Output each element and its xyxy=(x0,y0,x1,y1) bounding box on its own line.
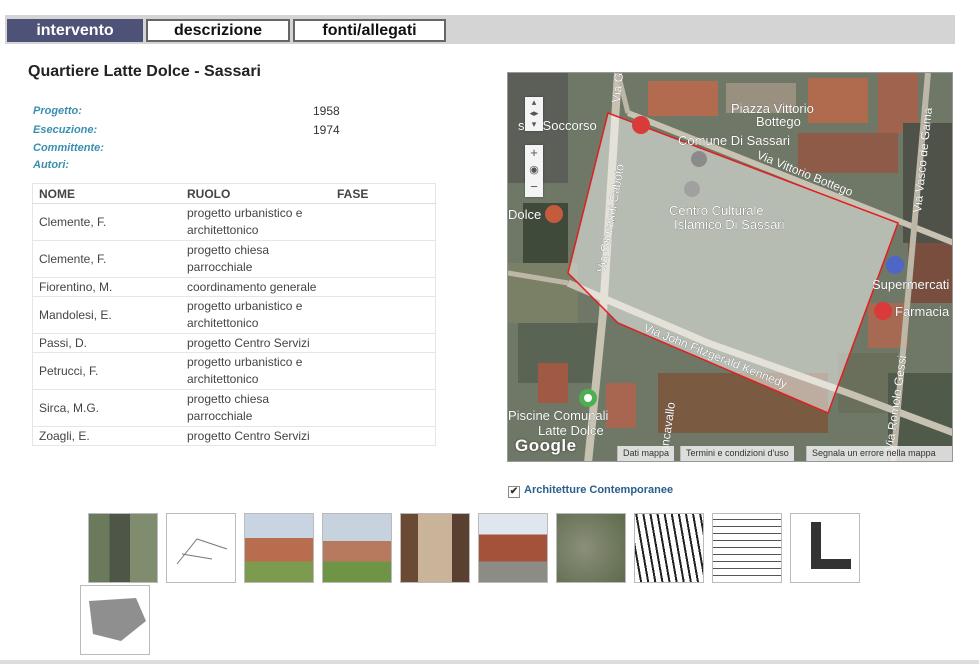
cell-ruolo: progetto urbanistico e architettonico xyxy=(181,352,331,390)
cell-fase xyxy=(331,426,436,446)
thumbnail-street-photo[interactable] xyxy=(478,513,548,583)
architetture-checkbox-row[interactable]: ✔ Architetture Contemporanee xyxy=(508,484,673,498)
table-row: Passi, D. progetto Centro Servizi xyxy=(32,333,436,353)
globe-icon[interactable]: ◉ xyxy=(525,162,543,179)
map-label-farmacia: Farmacia xyxy=(895,304,950,319)
col-header-nome: NOME xyxy=(32,183,181,204)
table-header-row: NOME RUOLO FASE xyxy=(32,183,436,204)
tab-intervento[interactable]: intervento xyxy=(7,19,143,42)
cell-nome: Zoagli, E. xyxy=(32,426,181,446)
thumbnail-building-photo-1[interactable] xyxy=(244,513,314,583)
table-row: Sirca, M.G. progetto chiesa parrocchiale xyxy=(32,389,436,427)
checkbox[interactable]: ✔ xyxy=(508,486,520,498)
map-label-piscine-1: Piscine Comunali xyxy=(508,408,609,423)
table-row: Clemente, F. progetto chiesa parrocchiale xyxy=(32,240,436,278)
map-label-piazza-2: Bottego xyxy=(756,114,801,129)
checkbox-label[interactable]: Architetture Contemporanee xyxy=(524,484,673,496)
google-logo: Google xyxy=(515,436,577,455)
cell-fase xyxy=(331,277,436,297)
cell-nome: Petrucci, F. xyxy=(32,352,181,390)
thumbnail-entrance-photo[interactable] xyxy=(400,513,470,583)
col-header-fase: FASE xyxy=(331,183,436,204)
terms-link[interactable]: Termini e condizioni d'uso xyxy=(680,446,794,461)
cell-fase xyxy=(331,389,436,427)
autori-label: Autori: xyxy=(33,159,70,171)
cell-fase xyxy=(331,333,436,353)
thumbnail-satellite-photo[interactable] xyxy=(556,513,626,583)
page-title: Quartiere Latte Dolce - Sassari xyxy=(28,63,261,80)
table-row: Fiorentino, M. coordinamento generale xyxy=(32,277,436,297)
map-data-link[interactable]: Dati mappa xyxy=(617,446,675,461)
cell-nome: Passi, D. xyxy=(32,333,181,353)
col-header-ruolo: RUOLO xyxy=(181,183,331,204)
zoom-control[interactable]: + ◉ − xyxy=(525,145,543,197)
thumbnail-building-photo-2[interactable] xyxy=(322,513,392,583)
cell-fase xyxy=(331,296,436,334)
cell-nome: Clemente, F. xyxy=(32,203,181,241)
pan-control[interactable]: ▴ ◂▸ ▾ xyxy=(525,97,543,131)
map-view[interactable]: Piazza Vittorio Bottego Comune Di Sassar… xyxy=(507,72,953,462)
zoom-out-button[interactable]: − xyxy=(525,179,543,196)
cell-ruolo: coordinamento generale xyxy=(181,277,331,297)
zoom-in-button[interactable]: + xyxy=(525,145,543,162)
pan-arrows-icon: ▴ ◂▸ ▾ xyxy=(529,97,539,129)
thumbnail-aerial-photo[interactable] xyxy=(88,513,158,583)
map-label-dolce: Dolce xyxy=(508,207,541,222)
map-label-centro-1: Centro Culturale xyxy=(669,203,764,218)
cell-ruolo: progetto chiesa parrocchiale xyxy=(181,240,331,278)
map-label-centro-2: Islamico Di Sassari xyxy=(674,217,785,232)
cell-fase xyxy=(331,352,436,390)
esecuzione-label: Esecuzione: xyxy=(33,124,98,136)
table-row: Petrucci, F. progetto urbanistico e archit… xyxy=(32,352,436,390)
cell-ruolo: progetto urbanistico e architettonico xyxy=(181,203,331,241)
cell-ruolo: progetto Centro Servizi xyxy=(181,333,331,353)
thumbnail-site-plan[interactable] xyxy=(80,585,150,655)
esecuzione-value: 1974 xyxy=(313,123,340,137)
authors-table: NOME RUOLO FASE Clemente, F. progetto urb… xyxy=(32,183,436,446)
cell-ruolo: progetto urbanistico e architettonico xyxy=(181,296,331,334)
progetto-value: 1958 xyxy=(313,104,340,118)
tab-bar: intervento descrizione fonti/allegati xyxy=(5,15,955,44)
thumbnail-sketch-plan[interactable] xyxy=(166,513,236,583)
thumbnail-l-shaped-plan[interactable] xyxy=(790,513,860,583)
bottom-divider xyxy=(0,660,979,664)
cell-fase xyxy=(331,240,436,278)
progetto-label: Progetto: xyxy=(33,105,82,117)
map-label-supermercati: Supermercati xyxy=(872,277,949,292)
map-label-comune: Comune Di Sassari xyxy=(678,133,790,148)
table-row: Zoagli, E. progetto Centro Servizi xyxy=(32,426,436,446)
table-row: Mandolesi, E. progetto urbanistico e archi… xyxy=(32,296,436,334)
cell-nome: Fiorentino, M. xyxy=(32,277,181,297)
report-error-link[interactable]: Segnala un errore nella mappa xyxy=(806,446,952,461)
cell-nome: Sirca, M.G. xyxy=(32,389,181,427)
cell-nome: Mandolesi, E. xyxy=(32,296,181,334)
committente-label: Committente: xyxy=(33,142,104,154)
thumbnail-architectural-drawing[interactable] xyxy=(712,513,782,583)
thumbnail-street-plan-drawing[interactable] xyxy=(634,513,704,583)
cell-ruolo: progetto chiesa parrocchiale xyxy=(181,389,331,427)
cell-fase xyxy=(331,203,436,241)
cell-nome: Clemente, F. xyxy=(32,240,181,278)
tab-descrizione[interactable]: descrizione xyxy=(146,19,290,42)
table-row: Clemente, F. progetto urbanistico e archit… xyxy=(32,203,436,241)
satellite-map[interactable]: Piazza Vittorio Bottego Comune Di Sassar… xyxy=(508,73,953,462)
cell-ruolo: progetto Centro Servizi xyxy=(181,426,331,446)
tab-fonti-allegati[interactable]: fonti/allegati xyxy=(293,19,446,42)
